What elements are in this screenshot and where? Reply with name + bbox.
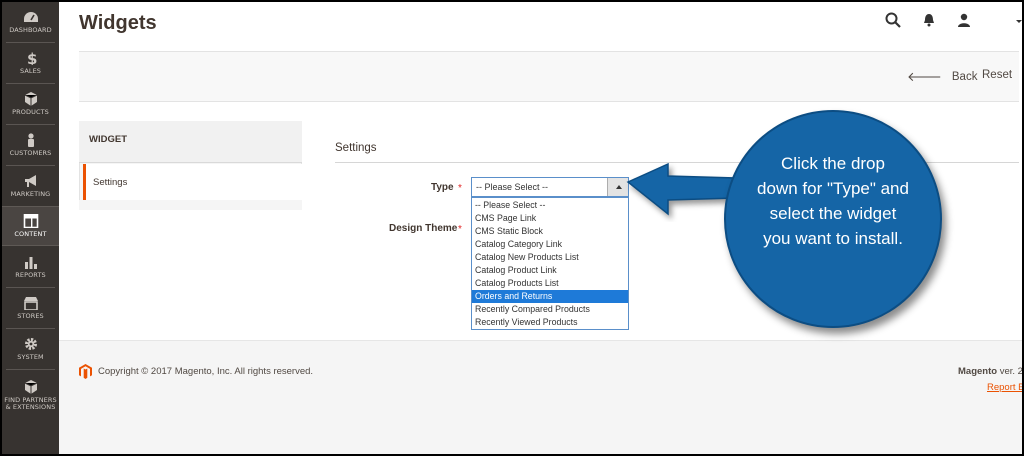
sidebar-item-stores[interactable]: STORES — [2, 288, 59, 328]
type-option[interactable]: Catalog Category Link — [472, 238, 628, 251]
page-actions-bar — [79, 51, 1019, 102]
type-option[interactable]: CMS Page Link — [472, 212, 628, 225]
sidebar-item-reports[interactable]: REPORTS — [2, 247, 59, 287]
sidebar-item-label: SALES — [19, 67, 42, 75]
back-arrow-icon: 🡐 — [907, 69, 942, 84]
brand-name: Magento — [958, 366, 998, 377]
section-title: Settings — [335, 142, 377, 154]
bar-chart-icon — [24, 257, 37, 269]
sidebar-item-label: PRODUCTS — [12, 108, 49, 116]
back-button[interactable]: 🡐 Back — [907, 69, 977, 85]
magento-logo-icon — [79, 364, 92, 379]
store-icon — [23, 297, 38, 310]
type-option[interactable]: Catalog Products List — [472, 277, 628, 290]
bell-icon[interactable] — [921, 12, 937, 28]
sidebar-item-label: STORES — [17, 312, 44, 320]
sidebar-item-label: CUSTOMERS — [9, 149, 52, 157]
dashboard-icon — [23, 12, 38, 22]
sidebar-divider — [6, 369, 55, 370]
page-footer — [59, 340, 1022, 454]
required-mark: * — [458, 183, 462, 194]
copyright-text: Copyright © 2017 Magento, Inc. All right… — [98, 366, 314, 377]
sidebar-item-marketing[interactable]: MARKETING — [2, 166, 59, 206]
user-icon[interactable] — [956, 12, 972, 28]
sidebar-item-label: FIND PARTNERS & EXTENSIONS — [4, 395, 57, 411]
sidebar-item-label: SYSTEM — [17, 353, 44, 361]
back-button-label: Back — [951, 71, 978, 83]
version-number: ver. 2 — [999, 366, 1023, 377]
app-window: DASHBOARD $ SALES PRODUCTS CUSTOMERS MAR… — [0, 0, 1024, 456]
sidebar-item-products[interactable]: PRODUCTS — [2, 84, 59, 124]
type-options-list: -- Please Select -- CMS Page Link CMS St… — [471, 197, 629, 330]
type-option[interactable]: CMS Static Block — [472, 225, 628, 238]
required-mark: * — [458, 224, 462, 235]
type-option-highlighted[interactable]: Orders and Returns — [472, 290, 628, 303]
report-bugs-link[interactable]: Report B — [987, 382, 1022, 393]
layout-icon — [23, 214, 38, 228]
sidebar-item-find-partners[interactable]: FIND PARTNERS & EXTENSIONS — [2, 372, 59, 418]
type-label: Type — [431, 182, 454, 193]
callout-line: down for "Type" and — [757, 179, 909, 198]
sidebar-item-dashboard[interactable]: DASHBOARD — [2, 2, 59, 42]
type-option[interactable]: Catalog New Products List — [472, 251, 628, 264]
cube-icon — [24, 92, 37, 106]
type-option[interactable]: -- Please Select -- — [472, 199, 628, 212]
box-icon — [24, 379, 37, 394]
type-select-value: -- Please Select -- — [476, 182, 549, 192]
tab-settings[interactable]: Settings — [83, 164, 302, 200]
admin-sidebar: DASHBOARD $ SALES PRODUCTS CUSTOMERS MAR… — [2, 2, 59, 454]
type-option[interactable]: Recently Viewed Products — [472, 316, 628, 329]
callout-line: you want to install. — [763, 229, 903, 248]
svg-text:$: $ — [27, 51, 37, 65]
callout-line: select the widget — [769, 204, 897, 223]
tabs-heading: WIDGET — [79, 121, 302, 163]
type-select[interactable]: -- Please Select -- — [471, 177, 629, 197]
sidebar-item-customers[interactable]: CUSTOMERS — [2, 125, 59, 165]
chevron-down-icon[interactable] — [1014, 12, 1024, 28]
megaphone-icon — [24, 175, 36, 187]
person-icon — [27, 133, 34, 147]
page-title: Widgets — [79, 12, 157, 34]
sidebar-item-label: DASHBOARD — [9, 26, 52, 34]
reset-button[interactable]: Reset — [982, 69, 1012, 81]
version-text: Magento ver. 2 — [958, 366, 1023, 377]
sidebar-item-label: CONTENT — [14, 230, 47, 238]
sidebar-item-content[interactable]: CONTENT — [2, 206, 59, 246]
callout-line: Click the drop — [781, 154, 885, 173]
sidebar-item-label: MARKETING — [10, 190, 51, 198]
type-option[interactable]: Recently Compared Products — [472, 303, 628, 316]
dollar-icon: $ — [27, 51, 37, 65]
callout-text: Click the drop down for "Type" and selec… — [724, 151, 942, 251]
sidebar-item-sales[interactable]: $ SALES — [2, 43, 59, 83]
gear-icon — [24, 338, 37, 350]
type-option[interactable]: Catalog Product Link — [472, 264, 628, 277]
design-theme-label: Design Theme — [389, 223, 458, 234]
search-icon[interactable] — [885, 12, 901, 28]
sidebar-item-label: REPORTS — [15, 271, 46, 279]
tabs-panel-footer — [79, 200, 302, 210]
sidebar-item-system[interactable]: SYSTEM — [2, 329, 59, 369]
